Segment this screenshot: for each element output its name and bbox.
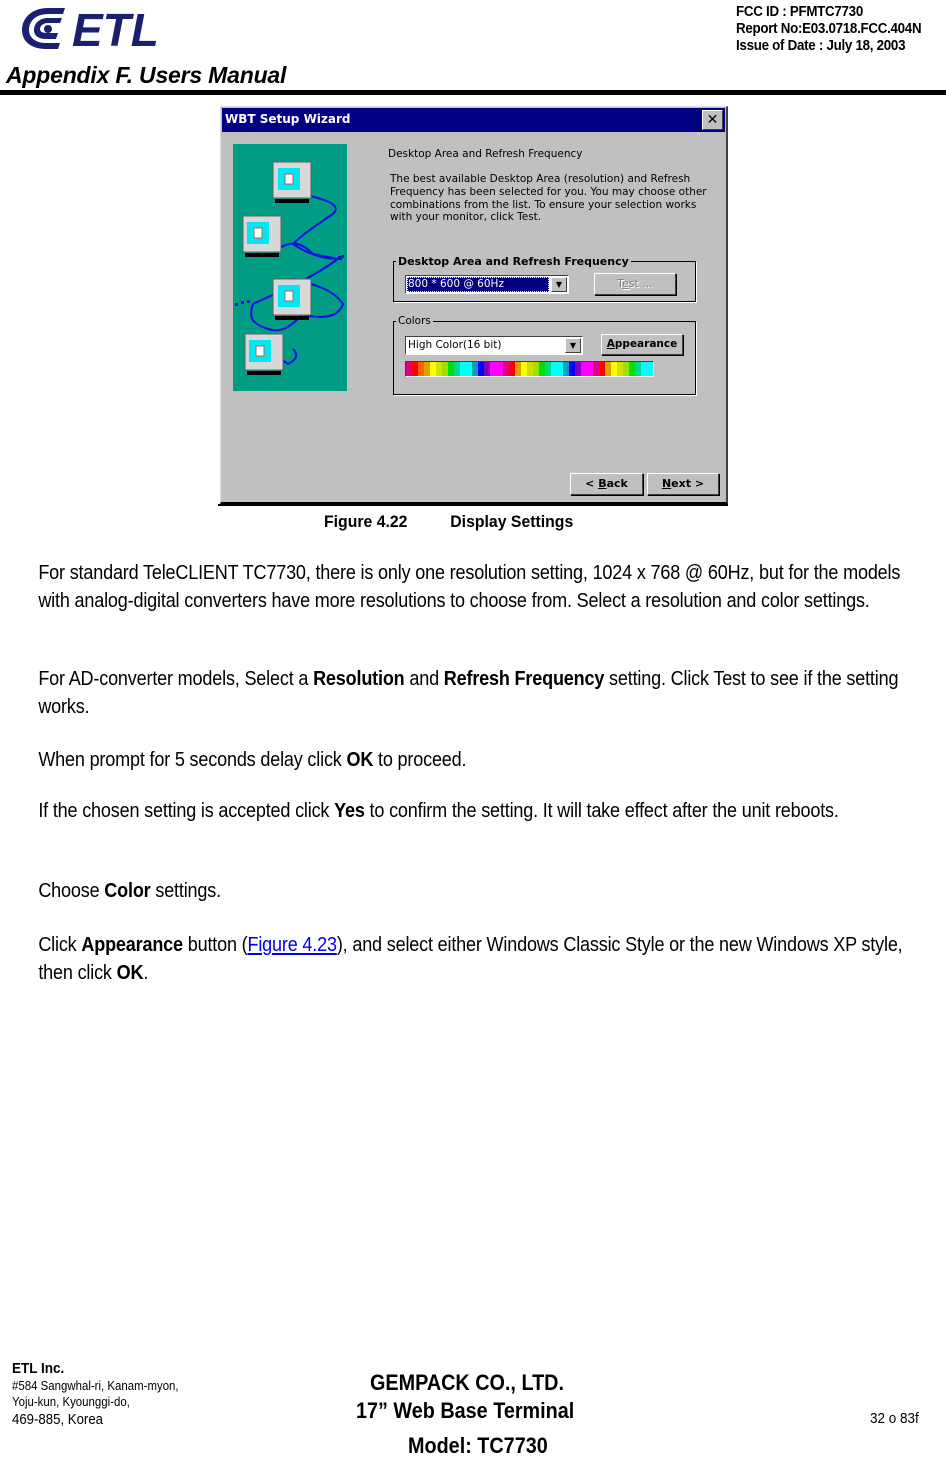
footer-client: GEMPACK CO., LTD. xyxy=(370,1370,564,1395)
bold-term: Resolution xyxy=(313,667,405,690)
page-number: 32 o 83f xyxy=(870,1410,919,1427)
next-label: ext > xyxy=(671,477,705,490)
report-info: FCC ID : PFMTC7730 Report No:E03.0718.FC… xyxy=(736,4,922,55)
chevron-down-icon[interactable]: ▼ xyxy=(565,338,581,353)
step-number: 55. xyxy=(4,559,38,587)
dialog-titlebar[interactable]: WBT Setup Wizard ✕ xyxy=(222,108,725,132)
text-run: to proceed. xyxy=(373,748,467,771)
text-run: Choose xyxy=(38,879,105,902)
step-number: 56. xyxy=(4,665,38,693)
issue-date: Issue of Date : July 18, 2003 xyxy=(736,38,906,54)
step-number: 59. xyxy=(4,877,38,905)
monitor-icon xyxy=(242,215,282,257)
figure-divider xyxy=(218,504,728,506)
step-item: 57.When prompt for 5 seconds delay click… xyxy=(4,746,918,774)
bold-term: OK xyxy=(346,748,374,771)
section-title: Appendix F. Users Manual xyxy=(6,62,287,88)
step-item: 59.Choose Color settings. xyxy=(4,877,918,905)
text-run: and xyxy=(404,667,444,690)
text-run: to confirm the setting. It will take eff… xyxy=(364,799,839,822)
report-number: Report No:E03.0718.FCC.404N xyxy=(736,21,922,37)
color-depth-dropdown[interactable]: High Color(16 bit) ▼ xyxy=(405,336,583,355)
footer-model: Model: TC7730 xyxy=(408,1433,548,1458)
step-text: If the chosen setting is accepted click … xyxy=(38,799,839,822)
close-button[interactable]: ✕ xyxy=(702,110,723,130)
step-text: For standard TeleCLIENT TC7730, there is… xyxy=(38,561,900,612)
text-run: button ( xyxy=(182,933,248,956)
text-run: settings. xyxy=(150,879,221,902)
test-label-end: st ... xyxy=(628,277,653,290)
footer-product: 17” Web Base Terminal xyxy=(356,1398,575,1423)
step-number: 58. xyxy=(4,797,38,825)
step-text: Choose Color settings. xyxy=(38,879,221,902)
step-text: For AD-converter models, Select a Resolu… xyxy=(38,667,898,718)
chevron-down-icon[interactable]: ▼ xyxy=(551,277,567,292)
bold-term: Appearance xyxy=(81,933,183,956)
palette-swatch xyxy=(647,362,654,376)
etl-logo: ETL xyxy=(22,4,159,52)
figure-title: Display Settings xyxy=(450,512,574,531)
step-item: 60.Click Appearance button (Figure 4.23)… xyxy=(4,931,918,987)
appearance-accelerator: A xyxy=(606,338,615,350)
footer-address-line3: 469-885, Korea xyxy=(12,1411,104,1428)
dialog-title: WBT Setup Wizard xyxy=(225,112,351,126)
colors-group-label: Colors xyxy=(398,315,431,327)
network-monitors-illustration xyxy=(233,144,347,391)
color-palette-preview xyxy=(405,361,654,377)
resolution-dropdown[interactable]: 800 * 600 @ 60Hz ▼ xyxy=(405,275,569,294)
test-accelerator: e xyxy=(622,277,629,290)
step-number: 60. xyxy=(4,931,38,959)
step-text: When prompt for 5 seconds delay click OK… xyxy=(38,748,466,771)
fcc-id: FCC ID : PFMTC7730 xyxy=(736,4,863,20)
figure-caption: Figure 4.22 Display Settings xyxy=(324,512,573,532)
footer-address-line1: #584 Sangwhal-ri, Kanam-myon, xyxy=(12,1378,179,1393)
wizard-heading: Desktop Area and Refresh Frequency xyxy=(388,148,583,160)
text-run: When prompt for 5 seconds delay click xyxy=(38,748,347,771)
step-item: 56.For AD-converter models, Select a Res… xyxy=(4,665,918,721)
text-run: For standard TeleCLIENT TC7730, there is… xyxy=(38,561,901,612)
step-number: 57. xyxy=(4,746,38,774)
text-run: If the chosen setting is accepted click xyxy=(38,799,335,822)
bold-term: OK xyxy=(116,961,144,984)
text-run: For AD-converter models, Select a xyxy=(38,667,314,690)
monitor-icon xyxy=(272,278,312,320)
step-text: Click Appearance button (Figure 4.23), a… xyxy=(38,933,902,984)
bold-term: Refresh Frequency xyxy=(443,667,605,690)
back-accelerator: B xyxy=(598,477,607,490)
resolution-group-label: Desktop Area and Refresh Frequency xyxy=(398,255,629,268)
monitor-icon xyxy=(272,161,312,203)
color-depth-value: High Color(16 bit) xyxy=(408,339,502,351)
header-divider xyxy=(0,90,946,95)
appearance-label: ppearance xyxy=(614,338,678,350)
back-button[interactable]: < Back xyxy=(570,473,643,495)
svg-text:ETL: ETL xyxy=(72,4,159,52)
back-label-start: < xyxy=(585,477,599,490)
appearance-button[interactable]: Appearance xyxy=(601,334,683,355)
step-item: 58.If the chosen setting is accepted cli… xyxy=(4,797,918,825)
bold-term: Color xyxy=(104,879,151,902)
next-accelerator: N xyxy=(661,477,672,490)
figure-number: Figure 4.22 xyxy=(324,512,408,531)
step-item: 55.For standard TeleCLIENT TC7730, there… xyxy=(4,559,918,615)
close-icon: ✕ xyxy=(706,112,719,128)
text-run: Click xyxy=(38,933,82,956)
bold-term: Yes xyxy=(334,799,365,822)
text-run: . xyxy=(143,961,149,984)
monitor-icon xyxy=(244,333,284,375)
setup-wizard-dialog: WBT Setup Wizard ✕ Desktop Area and Refr… xyxy=(220,106,728,504)
test-button[interactable]: Test ... xyxy=(594,273,676,295)
back-label-end: ack xyxy=(606,477,628,490)
next-button[interactable]: Next > xyxy=(647,473,719,495)
footer-company: ETL Inc. xyxy=(12,1360,65,1377)
resolution-value: 800 * 600 @ 60Hz xyxy=(407,277,549,292)
wizard-description: The best available Desktop Area (resolut… xyxy=(390,173,707,224)
footer-address-line2: Yoju-kun, Kyounggi-do, xyxy=(12,1394,130,1409)
colors-group: Colors xyxy=(393,315,696,395)
figure-link[interactable]: Figure 4.23 xyxy=(247,933,337,956)
